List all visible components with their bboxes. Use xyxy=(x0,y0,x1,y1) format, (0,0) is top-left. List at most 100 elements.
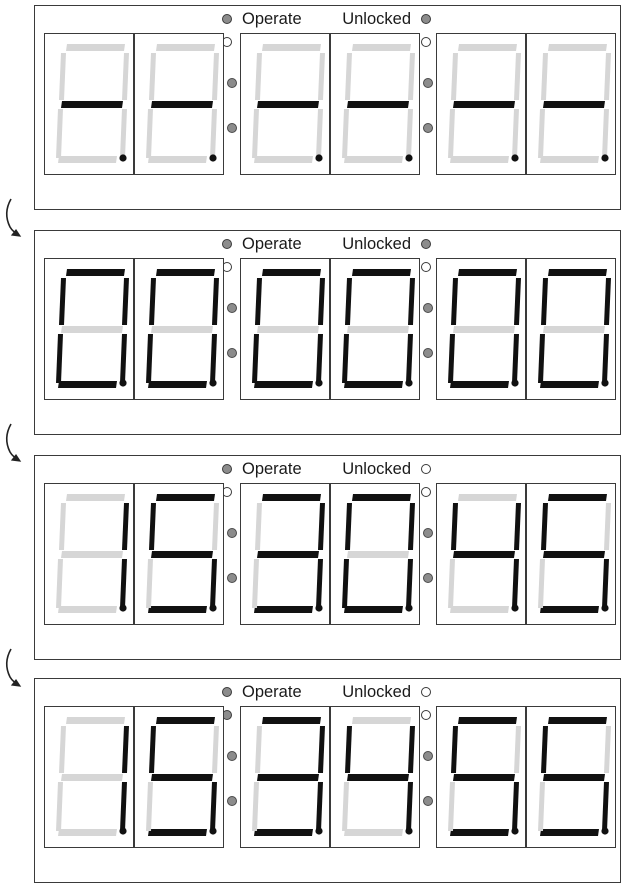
seven-segment-digit xyxy=(330,258,420,400)
segment-e xyxy=(146,109,153,158)
segment-a xyxy=(66,717,125,724)
colon-dot-icon xyxy=(227,573,237,583)
segment-f xyxy=(149,503,156,550)
segment-d xyxy=(450,606,509,613)
segment-b xyxy=(604,726,611,773)
digit-segments xyxy=(146,494,219,613)
segment-d xyxy=(148,829,207,836)
seven-segment-digit xyxy=(240,706,330,848)
decimal-point-icon xyxy=(511,379,519,387)
segment-d xyxy=(450,829,509,836)
segment-d xyxy=(148,156,207,163)
operate-led xyxy=(222,464,232,474)
segment-e xyxy=(252,334,259,383)
segment-f xyxy=(345,53,352,100)
segment-e xyxy=(448,782,455,831)
segment-d xyxy=(254,156,313,163)
digit-segments xyxy=(538,494,611,613)
unlocked-led xyxy=(421,239,431,249)
seven-segment-digit xyxy=(436,33,526,175)
segment-b xyxy=(408,53,415,100)
segment-c xyxy=(406,334,413,383)
decimal-point-icon xyxy=(209,827,217,835)
segment-e xyxy=(56,559,63,608)
segment-e xyxy=(342,559,349,608)
segment-f xyxy=(59,53,66,100)
seven-segment-digit xyxy=(526,33,616,175)
segment-a xyxy=(262,494,321,501)
segment-a xyxy=(156,44,215,51)
segment-c xyxy=(120,109,127,158)
segment-f xyxy=(149,53,156,100)
seven-segment-digit xyxy=(330,706,420,848)
segment-a xyxy=(262,717,321,724)
segment-f xyxy=(541,53,548,100)
digit-segments xyxy=(538,269,611,388)
segment-b xyxy=(514,278,521,325)
segment-b xyxy=(318,278,325,325)
segment-e xyxy=(538,782,545,831)
decimal-point-icon xyxy=(601,379,609,387)
operate-label: Operate xyxy=(242,460,302,478)
digit-segments xyxy=(538,717,611,836)
colon-dot-icon xyxy=(227,528,237,538)
seven-segment-digit xyxy=(436,483,526,625)
segment-f xyxy=(451,53,458,100)
segment-b xyxy=(604,503,611,550)
segment-f xyxy=(59,726,66,773)
segment-a xyxy=(66,494,125,501)
unlocked-led xyxy=(421,14,431,24)
segment-a xyxy=(262,44,321,51)
unlocked-led xyxy=(421,687,431,697)
segment-c xyxy=(406,109,413,158)
segment-e xyxy=(252,782,259,831)
segment-e xyxy=(252,109,259,158)
segment-d xyxy=(450,156,509,163)
segment-a xyxy=(458,269,517,276)
display-sequence: OperateUnlockedStabilizedFaultOperateUnl… xyxy=(0,0,624,883)
segment-a xyxy=(458,494,517,501)
digit-segments xyxy=(448,269,521,388)
segment-c xyxy=(210,334,217,383)
segment-b xyxy=(514,503,521,550)
digit-segments xyxy=(538,44,611,163)
segment-c xyxy=(120,782,127,831)
seven-segment-digit xyxy=(134,258,224,400)
transition-arrow-icon xyxy=(5,198,22,237)
decimal-point-icon xyxy=(209,379,217,387)
seven-segment-digit xyxy=(240,258,330,400)
seven-segment-digit xyxy=(134,706,224,848)
decimal-point-icon xyxy=(209,154,217,162)
decimal-point-icon xyxy=(405,379,413,387)
segment-f xyxy=(451,278,458,325)
segment-g xyxy=(151,326,213,333)
colon-dot-icon xyxy=(423,123,433,133)
decimal-point-icon xyxy=(315,604,323,612)
fault-led xyxy=(421,487,431,497)
operate-led xyxy=(222,239,232,249)
segment-d xyxy=(58,381,117,388)
segment-e xyxy=(146,559,153,608)
seven-segment-digit xyxy=(330,483,420,625)
segment-e xyxy=(342,334,349,383)
decimal-point-icon xyxy=(601,604,609,612)
segment-d xyxy=(540,606,599,613)
segment-c xyxy=(210,559,217,608)
segment-d xyxy=(344,381,403,388)
digit-segments xyxy=(146,44,219,163)
transition-arrow-icon xyxy=(5,648,22,687)
segment-f xyxy=(149,726,156,773)
segment-d xyxy=(254,829,313,836)
segment-d xyxy=(540,829,599,836)
colon-dot-icon xyxy=(227,78,237,88)
seven-segment-digit xyxy=(134,483,224,625)
segment-g xyxy=(453,774,515,781)
segment-f xyxy=(541,726,548,773)
segment-d xyxy=(344,606,403,613)
segment-d xyxy=(344,156,403,163)
segment-a xyxy=(156,269,215,276)
segment-a xyxy=(352,494,411,501)
segment-d xyxy=(148,381,207,388)
seven-segment-digit xyxy=(44,33,134,175)
transition-arrow-icon xyxy=(5,423,22,462)
